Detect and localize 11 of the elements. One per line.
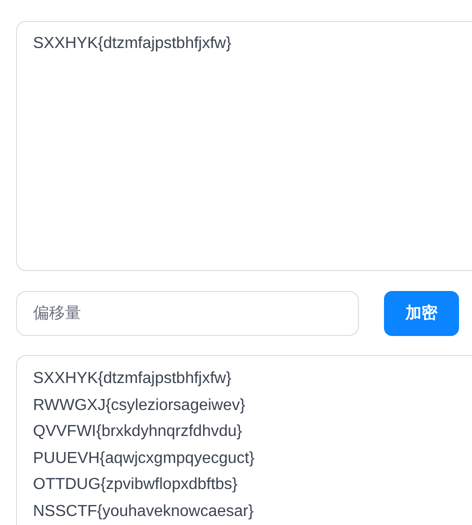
output-line: NSSCTF{youhaveknowcaesar} bbox=[33, 502, 254, 522]
encrypt-button[interactable]: 加密 bbox=[384, 291, 459, 336]
output-field[interactable]: SXXHYK{dtzmfajpstbhfjxfw} RWWGXJ{csyleziorsageiwev} QVVFWI{brxkdyhnqrzfdhvdu} PUUEVH{aqwjcxgmpqyecguct} OTTDUG{zpvibwflopxdbftbs} NSSCTF{youhaveknowcaesar} bbox=[16, 355, 472, 525]
output-line: SXXHYK{dtzmfajpstbhfjxfw} bbox=[33, 369, 232, 389]
plaintext-value: SXXHYK{dtzmfajpstbhfjxfw} bbox=[33, 35, 232, 52]
output-line: PUUEVH{aqwjcxgmpqyecguct} bbox=[33, 448, 254, 468]
offset-input-field[interactable]: 偏移量 bbox=[16, 291, 359, 336]
output-line: QVVFWI{brxkdyhnqrzfdhvdu} bbox=[33, 422, 242, 442]
output-line: OTTDUG{zpvibwflopxdbftbs} bbox=[33, 475, 238, 495]
plaintext-field[interactable]: SXXHYK{dtzmfajpstbhfjxfw} bbox=[16, 21, 472, 271]
output-line: RWWGXJ{csyleziorsageiwev} bbox=[33, 396, 246, 416]
